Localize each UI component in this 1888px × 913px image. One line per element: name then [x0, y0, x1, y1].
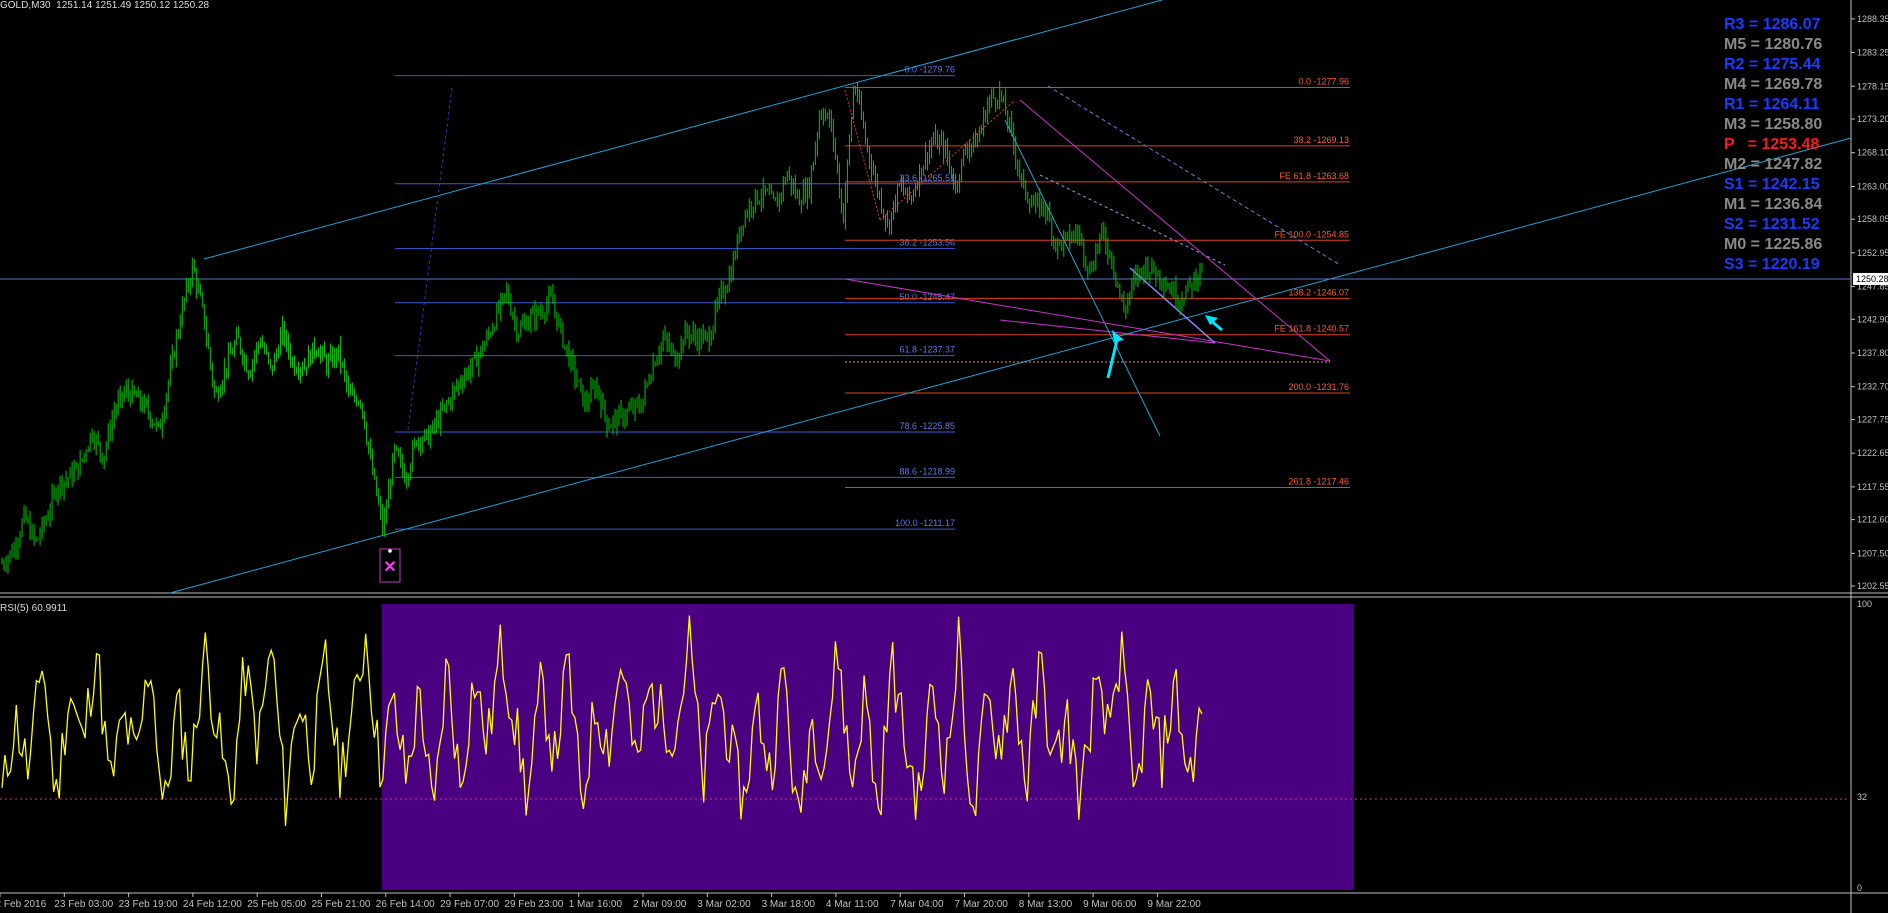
fib-retracement-label: 23.6 -1265.51 [899, 173, 955, 183]
symbol-label: GOLD,M30 [0, 0, 51, 11]
y-tick-label: 1278.15 [1857, 81, 1888, 91]
y-tick-label: 1258.05 [1857, 214, 1888, 224]
pivot-level-label: R1 = 1264.11 [1724, 96, 1820, 113]
pivot-level-label: P = 1253.48 [1724, 136, 1820, 153]
pivot-level-label: R2 = 1275.44 [1724, 56, 1821, 73]
x-tick-label: 3 Mar 18:00 [762, 899, 816, 910]
chart-canvas: 0.0 -1279.7623.6 -1265.5138.2 -1253.5650… [0, 0, 1888, 913]
pivot-level-label: M1 = 1236.84 [1724, 196, 1823, 213]
dashed-trend-2 [1039, 174, 1226, 266]
ohlc-label: 1251.14 1251.49 1250.12 1250.28 [56, 0, 210, 11]
fib-retracement-label: 78.6 -1225.85 [899, 421, 955, 431]
current-price-tag: 1250.28 [1853, 273, 1888, 285]
fib-expansion-label: FE 100.0 -1254.85 [1274, 229, 1349, 239]
cyan-arrows [1106, 315, 1223, 379]
channel-lower-line [169, 137, 1852, 594]
rsi-level-label: 100 [1857, 599, 1872, 609]
y-tick-label: 1202.55 [1857, 581, 1888, 591]
y-tick-label: 1207.50 [1857, 548, 1888, 558]
pivot-level-label: S3 = 1220.19 [1724, 256, 1820, 273]
x-tick-label: 9 Mar 06:00 [1083, 899, 1137, 910]
fib-expansion-label: 0.0 -1277.96 [1298, 77, 1349, 87]
y-tick-label: 1222.65 [1857, 448, 1888, 458]
pivot-level-label: M4 = 1269.78 [1724, 76, 1823, 93]
rsi-zone [382, 604, 1354, 890]
fib-retracement: 0.0 -1279.7623.6 -1265.5138.2 -1253.5650… [395, 65, 955, 530]
time-axis: 22 Feb 2016 23 Feb 03:00 23 Feb 19:00 24 Fe… [0, 893, 1201, 910]
x-marker-icon: ✕ [379, 548, 401, 583]
y-tick-label: 1252.95 [1857, 248, 1888, 258]
rsi-level-label: 0 [1857, 883, 1862, 893]
x-tick-label: 22 Feb 2016 [0, 899, 47, 910]
y-tick-label: 1273.20 [1857, 114, 1888, 124]
fib-expansion-label: FE 161.8 -1240.57 [1274, 324, 1349, 334]
pivot-level-label: R3 = 1286.07 [1724, 16, 1821, 33]
pivot-level-label: M5 = 1280.76 [1724, 36, 1823, 53]
x-tick-label: 3 Mar 02:00 [697, 899, 751, 910]
red-dotted-zigzag-1 [844, 89, 881, 221]
y-tick-label: 1237.80 [1857, 348, 1888, 358]
y-tick-label: 1263.00 [1857, 181, 1888, 191]
x-tick-label: 29 Feb 07:00 [440, 899, 499, 910]
pivot-level-label: M3 = 1258.80 [1724, 116, 1823, 133]
fib-expansion-label: 200.0 -1231.76 [1288, 382, 1349, 392]
fib-expansion-label: 138.2 -1246.07 [1288, 287, 1349, 297]
price-axis: 1288.35 1283.25 1278.15 1273.20 1268.10 1263.… [1851, 14, 1888, 591]
y-tick-label: 1227.75 [1857, 414, 1888, 424]
x-tick-label: 7 Mar 20:00 [955, 899, 1009, 910]
fib-expansion-label: FE 61.8 -1263.68 [1279, 171, 1349, 181]
y-tick-label: 1283.25 [1857, 48, 1888, 58]
x-tick-label: 23 Feb 03:00 [54, 899, 113, 910]
channel-upper-line [203, 0, 1163, 260]
fib-retracement-label: 0.0 -1279.76 [904, 65, 955, 75]
y-tick-label: 1232.70 [1857, 382, 1888, 392]
x-tick-label: 26 Feb 14:00 [376, 899, 435, 910]
current-price-label: 1250.28 [1856, 274, 1888, 284]
rsi-label: RSI(5) 60.9911 [0, 603, 68, 614]
y-tick-label: 1268.10 [1857, 148, 1888, 158]
pivot-level-label: M2 = 1247.82 [1724, 156, 1823, 173]
pivot-level-label: S2 = 1231.52 [1724, 216, 1820, 233]
x-tick-label: 23 Feb 19:00 [119, 899, 178, 910]
fib-expansion-label: 261.8 -1217.46 [1288, 476, 1349, 486]
y-tick-label: 1212.60 [1857, 515, 1888, 525]
down-channel-line [1004, 119, 1161, 437]
dotted-blue-line [407, 87, 453, 431]
rsi-axis: 100 32 0 [1857, 599, 1872, 893]
x-tick-label: 2 Mar 09:00 [633, 899, 687, 910]
fib-retracement-label: 100.0 -1211.17 [895, 518, 955, 528]
rsi-level-label: 32 [1857, 792, 1867, 802]
chart-header: GOLD,M30 1251.14 1251.49 1250.12 1250.28 [0, 0, 209, 11]
y-tick-label: 1242.90 [1857, 314, 1888, 324]
y-tick-label: 1217.55 [1857, 482, 1888, 492]
x-tick-label: 24 Feb 12:00 [183, 899, 242, 910]
fib-retracement-label: 61.8 -1237.37 [899, 345, 955, 355]
fib-retracement-label: 38.2 -1253.56 [899, 238, 955, 248]
fib-retracement-label: 88.6 -1218.99 [899, 466, 955, 476]
svg-text:✕: ✕ [383, 559, 396, 576]
pivot-level-label: S1 = 1242.15 [1724, 176, 1820, 193]
x-tick-label: 4 Mar 11:00 [826, 899, 879, 910]
x-tick-label: 9 Mar 22:00 [1147, 899, 1201, 910]
x-tick-label: 7 Mar 04:00 [890, 899, 944, 910]
y-tick-label: 1288.35 [1857, 14, 1888, 24]
x-tick-label: 1 Mar 16:00 [569, 899, 623, 910]
x-tick-label: 25 Feb 05:00 [247, 899, 306, 910]
fib-expansion-label: 38.2 -1269.13 [1293, 135, 1349, 145]
x-tick-label: 29 Feb 23:00 [504, 899, 563, 910]
x-tick-label: 25 Feb 21:00 [312, 899, 371, 910]
x-tick-label: 8 Mar 13:00 [1019, 899, 1073, 910]
pivot-level-label: M0 = 1225.86 [1724, 236, 1823, 253]
